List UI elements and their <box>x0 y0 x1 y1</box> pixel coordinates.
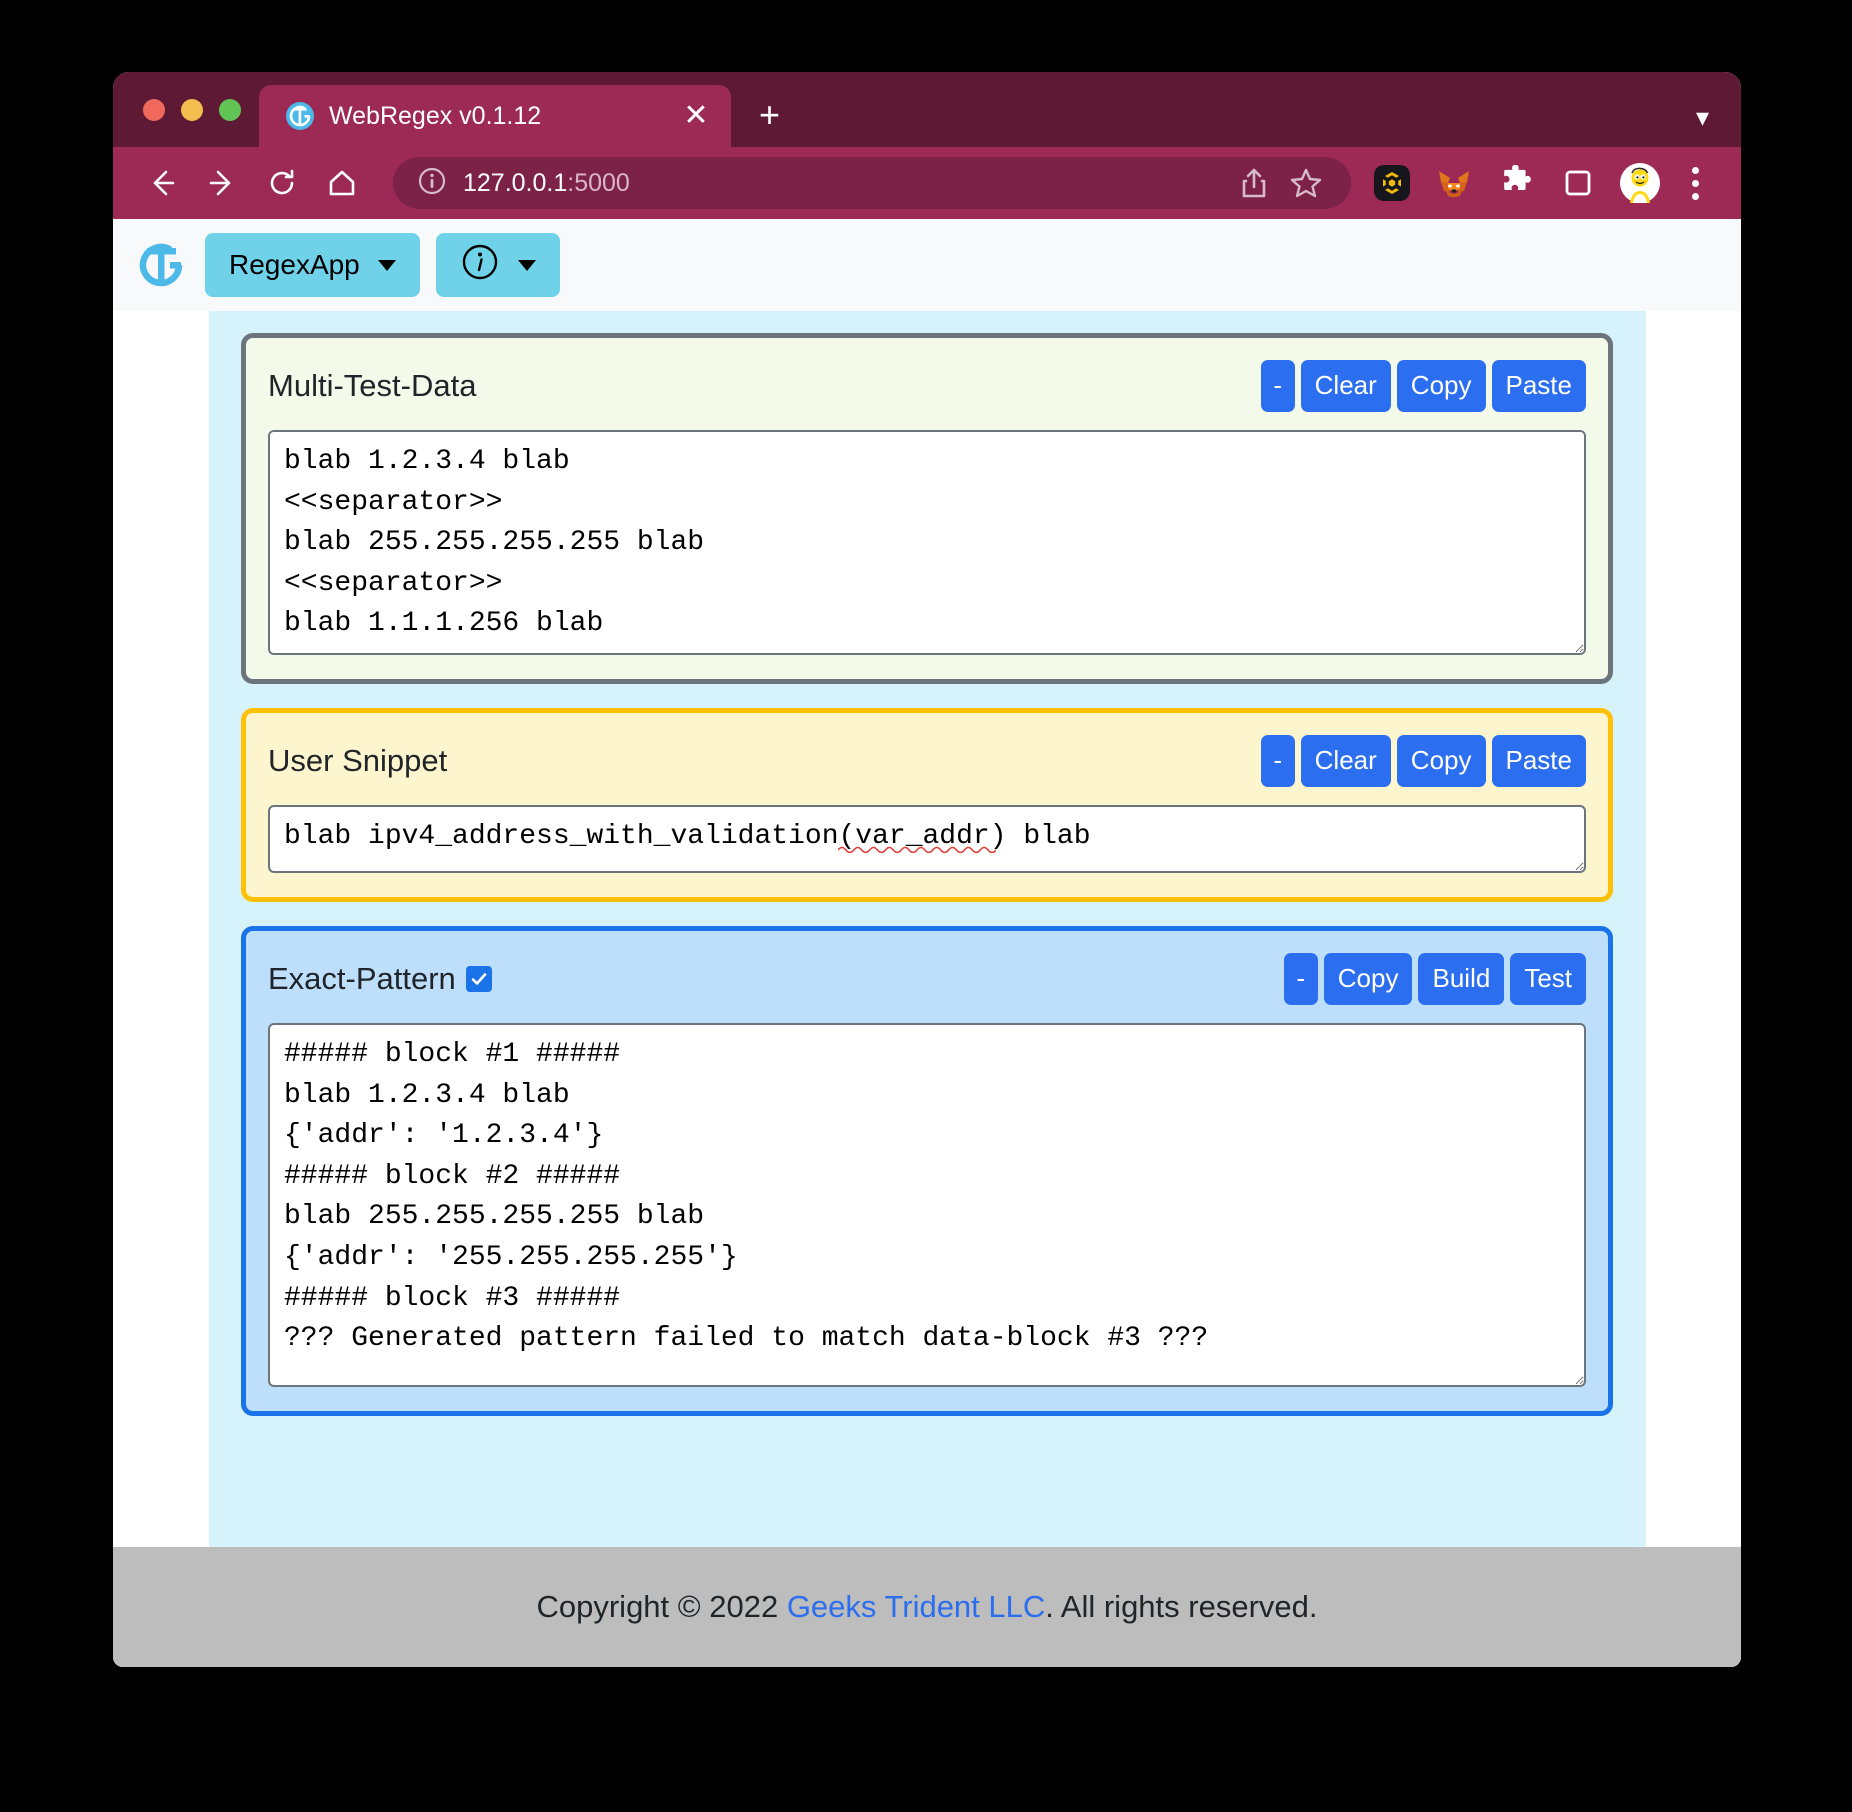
textarea-wrapper <box>268 805 1586 873</box>
bnb-chain-extension-icon[interactable] <box>1371 162 1413 204</box>
copy-button[interactable]: Copy <box>1323 953 1413 1005</box>
info-circle-icon <box>460 242 500 289</box>
footer-suffix: . All rights reserved. <box>1045 1589 1318 1624</box>
browser-tab-strip: WebRegex v0.1.12 ✕ + ▾ <box>113 72 1741 147</box>
omnibox-actions <box>1233 162 1327 204</box>
page-footer: Copyright © 2022 Geeks Trident LLC. All … <box>113 1547 1741 1667</box>
panel-button-group: - Clear Copy Paste <box>1260 360 1586 412</box>
textarea-wrapper <box>268 430 1586 655</box>
share-icon[interactable] <box>1233 162 1275 204</box>
panel-button-group: - Clear Copy Paste <box>1260 735 1586 787</box>
geeks-trident-link[interactable]: Geeks Trident LLC <box>787 1589 1045 1624</box>
url-host: 127.0.0.1 <box>463 168 568 197</box>
exact-pattern-checkbox[interactable] <box>465 966 492 992</box>
browser-tab-active[interactable]: WebRegex v0.1.12 ✕ <box>259 85 731 147</box>
info-circle-icon[interactable] <box>417 166 447 201</box>
plus-icon[interactable]: + <box>759 97 780 133</box>
panel-header: Exact-Pattern - Copy Build Test <box>268 951 1586 1007</box>
maximize-window-button[interactable] <box>219 98 241 121</box>
panel-header: User Snippet - Clear Copy Paste <box>268 733 1586 789</box>
screenshot-root: WebRegex v0.1.12 ✕ + ▾ 127.0.0.1:5000 Re… <box>0 0 1852 1812</box>
caret-down-icon <box>517 259 536 271</box>
panel-title-multi-test-data: Multi-Test-Data <box>268 368 477 403</box>
paste-button[interactable]: Paste <box>1491 360 1586 412</box>
exact-pattern-result-textarea[interactable] <box>268 1023 1586 1387</box>
copy-button[interactable]: Copy <box>1396 735 1486 787</box>
web-page: RegexApp Multi-Test-Data - Clear Copy Pa… <box>113 219 1741 1667</box>
content-area: Multi-Test-Data - Clear Copy Paste blab … <box>113 311 1741 1547</box>
panel-header: Multi-Test-Data - Clear Copy Paste <box>268 358 1586 414</box>
copy-button[interactable]: Copy <box>1396 360 1486 412</box>
minimize-window-button[interactable] <box>181 98 203 121</box>
collapse-button[interactable]: - <box>1283 953 1318 1005</box>
window-traffic-lights <box>133 72 259 147</box>
paste-button[interactable]: Paste <box>1491 735 1586 787</box>
browser-extension-icons <box>1371 162 1661 204</box>
url-port: :5000 <box>567 168 630 197</box>
panel-exact-pattern: Exact-Pattern - Copy Build Test ##### bl… <box>241 926 1613 1416</box>
browser-toolbar: 127.0.0.1:5000 <box>113 147 1741 219</box>
multi-test-data-textarea[interactable] <box>268 430 1586 655</box>
clear-button[interactable]: Clear <box>1300 735 1391 787</box>
home-icon[interactable] <box>315 156 369 210</box>
side-panel-icon[interactable] <box>1557 162 1599 204</box>
app-navbar: RegexApp <box>113 219 1741 311</box>
profile-avatar-icon[interactable] <box>1619 162 1661 204</box>
user-snippet-textarea[interactable] <box>268 805 1586 873</box>
textarea-wrapper <box>268 1023 1586 1387</box>
gt-logo-icon <box>285 101 315 131</box>
browser-tab-title: WebRegex v0.1.12 <box>329 101 542 130</box>
panel-multi-test-data: Multi-Test-Data - Clear Copy Paste <box>241 333 1613 684</box>
panel-button-group: - Copy Build Test <box>1283 953 1586 1005</box>
footer-prefix: Copyright © 2022 <box>536 1589 787 1624</box>
content-band: Multi-Test-Data - Clear Copy Paste blab … <box>208 311 1646 1547</box>
three-dot-menu-icon[interactable] <box>1675 160 1715 206</box>
panel-title-exact-pattern: Exact-Pattern <box>268 961 492 997</box>
app-menu-label: RegexApp <box>229 249 360 280</box>
puzzle-extensions-icon[interactable] <box>1495 162 1537 204</box>
build-button[interactable]: Build <box>1418 953 1505 1005</box>
close-icon[interactable]: ✕ <box>679 101 713 131</box>
address-bar-url: 127.0.0.1:5000 <box>463 169 630 198</box>
panel-user-snippet: User Snippet - Clear Copy Paste <box>241 708 1613 902</box>
back-arrow-icon[interactable] <box>135 156 189 210</box>
info-menu-dropdown[interactable] <box>435 233 560 297</box>
address-bar[interactable]: 127.0.0.1:5000 <box>393 157 1351 209</box>
browser-window: WebRegex v0.1.12 ✕ + ▾ 127.0.0.1:5000 Re… <box>113 72 1741 1667</box>
reload-icon[interactable] <box>255 156 309 210</box>
test-button[interactable]: Test <box>1510 953 1586 1005</box>
footer-text: Copyright © 2022 Geeks Trident LLC. All … <box>536 1589 1317 1625</box>
panel-title-user-snippet: User Snippet <box>268 743 448 778</box>
gt-brand-logo-icon[interactable] <box>133 237 189 293</box>
collapse-button[interactable]: - <box>1260 360 1295 412</box>
clear-button[interactable]: Clear <box>1300 360 1391 412</box>
caret-down-icon <box>377 259 396 271</box>
star-icon[interactable] <box>1285 162 1327 204</box>
forward-arrow-icon[interactable] <box>195 156 249 210</box>
app-menu-dropdown[interactable]: RegexApp <box>205 233 420 297</box>
collapse-button[interactable]: - <box>1260 735 1295 787</box>
close-window-button[interactable] <box>143 98 165 121</box>
chevron-down-icon[interactable]: ▾ <box>1696 102 1709 133</box>
metamask-fox-icon[interactable] <box>1433 162 1475 204</box>
panels-container: Multi-Test-Data - Clear Copy Paste blab … <box>241 333 1613 1416</box>
panel-title-label: Exact-Pattern <box>268 961 456 996</box>
